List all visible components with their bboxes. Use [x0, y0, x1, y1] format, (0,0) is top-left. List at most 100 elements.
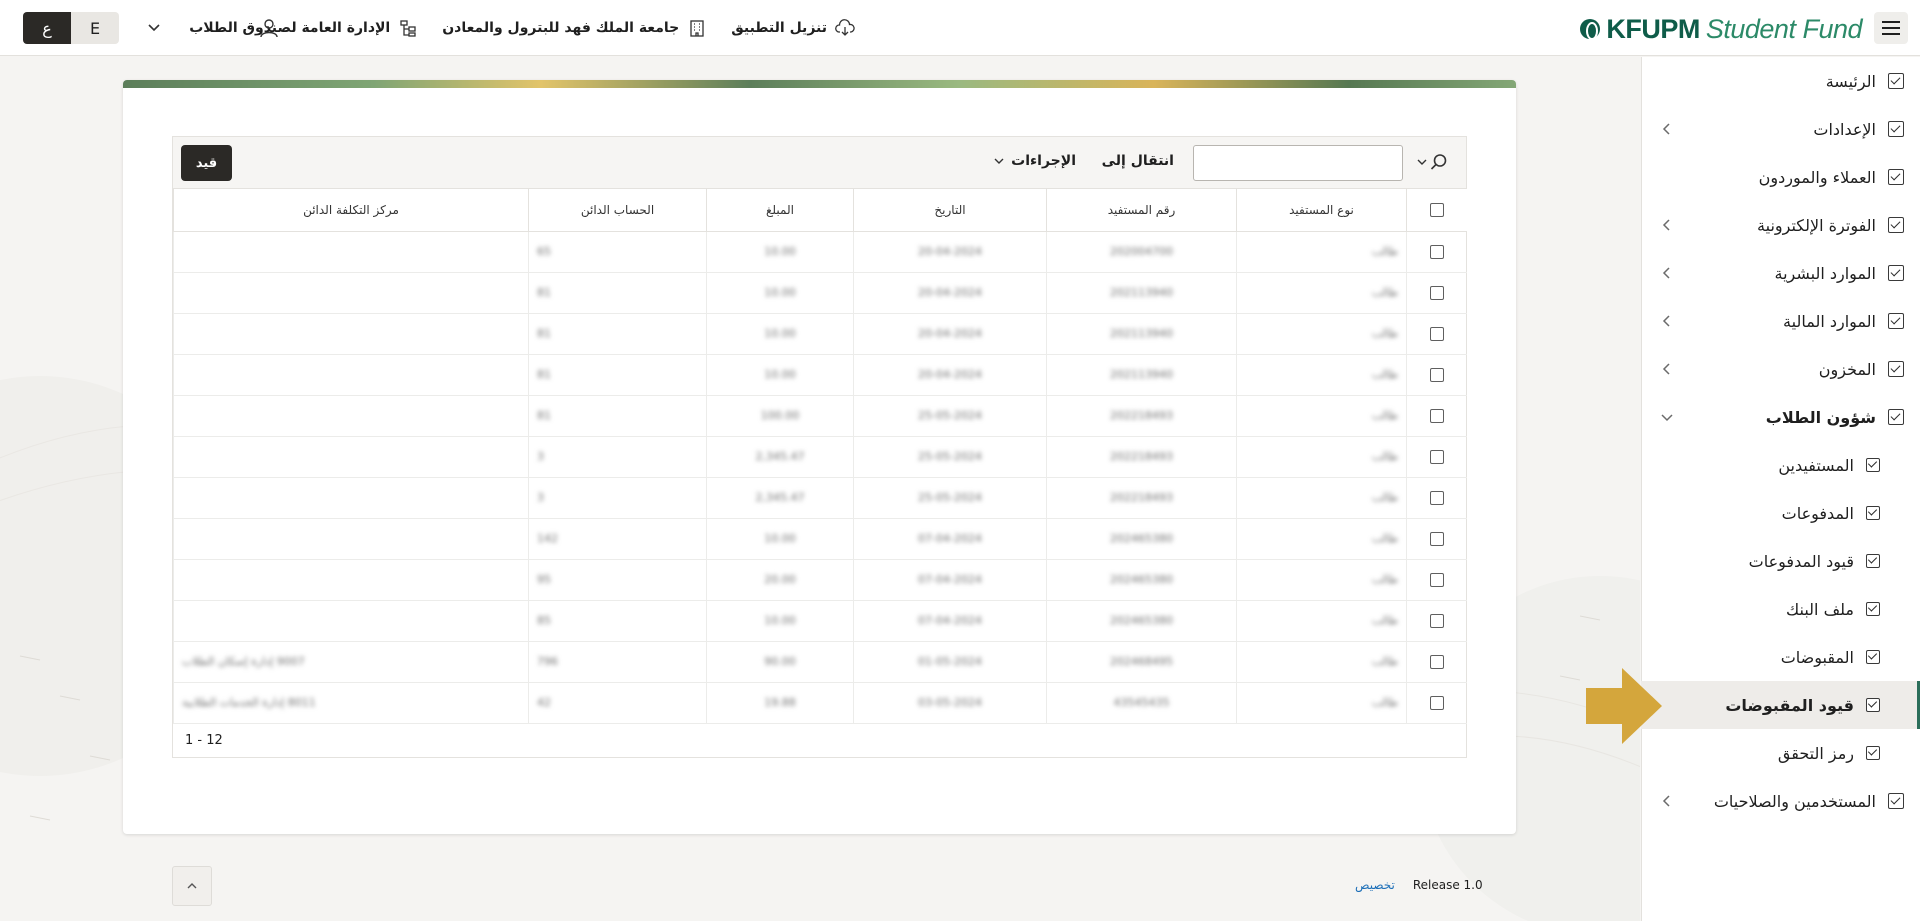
cell-value: طالب	[1371, 491, 1398, 504]
sidebar-item-financial-resources[interactable]: الموارد المالية	[1641, 297, 1920, 345]
search-input[interactable]	[1193, 145, 1403, 181]
cell-value: 202218493	[1110, 409, 1173, 422]
chevron-down-icon[interactable]	[145, 18, 163, 36]
row-checkbox[interactable]	[1429, 408, 1444, 423]
cell-beneficiary-number: 202004700	[1046, 231, 1237, 273]
row-checkbox[interactable]	[1429, 531, 1444, 546]
cell-value: طالب	[1371, 614, 1398, 627]
sidebar-item-payment-entries[interactable]: قيود المدفوعات	[1641, 537, 1920, 585]
goto-button[interactable]: انتقال إلى	[1102, 153, 1174, 169]
table-row[interactable]: طالب 43545435 03-05-2024 19.88 42 8011 إدارة …	[173, 682, 1467, 724]
table-row[interactable]: طالب 202465380 07-04-2024 20.00 95	[173, 559, 1467, 601]
cell-credit-cost-center	[173, 354, 529, 396]
table-header-row: نوع المستفيد رقم المستفيد التاريخ المبلغ…	[173, 189, 1467, 232]
menu-toggle-button[interactable]	[1874, 12, 1908, 44]
table-row[interactable]: طالب 202465380 07-04-2024 10.00 142	[173, 518, 1467, 560]
column-header-beneficiary-type[interactable]: نوع المستفيد	[1236, 189, 1407, 232]
cell-value: 03-05-2024	[918, 696, 982, 709]
checkbox-icon	[1888, 793, 1904, 809]
column-header-date[interactable]: التاريخ	[853, 189, 1047, 232]
row-select-cell	[1406, 354, 1467, 396]
cell-value: 202465380	[1110, 573, 1173, 586]
column-header-credit-account[interactable]: الحساب الدائن	[528, 189, 707, 232]
pagination-range: 1 - 12	[185, 733, 223, 748]
table-row[interactable]: طالب 202468495 01-05-2024 90.00 796 9007 إدار…	[173, 641, 1467, 683]
user-icon[interactable]	[258, 17, 280, 39]
university-link[interactable]: جامعة الملك فهد للبترول والمعادن	[442, 18, 707, 38]
post-button[interactable]: قيد	[181, 145, 232, 181]
table-row[interactable]: طالب 202218493 25-05-2024 100.00 81	[173, 395, 1467, 437]
table-row[interactable]: طالب 202218493 25-05-2024 2,345.47 3	[173, 477, 1467, 519]
column-header-beneficiary-number[interactable]: رقم المستفيد	[1046, 189, 1237, 232]
sidebar-item-bank-file[interactable]: ملف البنك	[1641, 585, 1920, 633]
cell-date: 25-05-2024	[853, 395, 1047, 437]
sidebar-item-verification-code[interactable]: رمز التحقق	[1641, 729, 1920, 777]
row-checkbox[interactable]	[1429, 654, 1444, 669]
sidebar-item-beneficiaries[interactable]: المستفيدين	[1641, 441, 1920, 489]
cell-date: 25-05-2024	[853, 477, 1047, 519]
cell-beneficiary-number: 43545435	[1046, 682, 1237, 724]
sidebar-item-human-resources[interactable]: الموارد البشرية	[1641, 249, 1920, 297]
cell-value: 10.00	[764, 614, 796, 627]
scroll-top-button[interactable]	[172, 866, 212, 906]
sidebar-item-label: الموارد المالية	[1783, 311, 1876, 331]
report-toolbar: انتقال إلى الإجراءات قيد	[173, 137, 1466, 189]
sidebar-item-inventory[interactable]: المخزون	[1641, 345, 1920, 393]
sidebar-item-receipt-entries[interactable]: قيود المقبوضات	[1641, 681, 1920, 729]
column-header-amount[interactable]: المبلغ	[706, 189, 854, 232]
row-checkbox[interactable]	[1429, 244, 1444, 259]
row-checkbox[interactable]	[1429, 695, 1444, 710]
actions-menu-button[interactable]: الإجراءات	[993, 153, 1076, 169]
cell-value: 202113940	[1110, 286, 1173, 299]
lang-english-button[interactable]: E	[71, 12, 119, 44]
cell-value: 202218493	[1110, 491, 1173, 504]
table-row[interactable]: طالب 202113940 20-04-2024 10.00 81	[173, 272, 1467, 314]
cell-credit-account: 3	[528, 477, 707, 519]
sidebar-item-payments[interactable]: المدفوعات	[1641, 489, 1920, 537]
sidebar-item-customers-suppliers[interactable]: العملاء والموردون	[1641, 153, 1920, 201]
row-checkbox[interactable]	[1429, 285, 1444, 300]
cell-beneficiary-number: 202468495	[1046, 641, 1237, 683]
select-all-checkbox[interactable]	[1429, 203, 1444, 217]
row-checkbox[interactable]	[1429, 572, 1444, 587]
sidebar-item-student-affairs[interactable]: شؤون الطلاب	[1641, 393, 1920, 441]
decorative-banner	[123, 80, 1516, 88]
cell-value: 07-04-2024	[918, 532, 982, 545]
checkbox-icon	[1888, 313, 1904, 329]
app-logo[interactable]: KFUPM Student Fund	[1580, 14, 1863, 44]
cell-value: 10.00	[764, 286, 796, 299]
cell-value: طالب	[1371, 245, 1398, 258]
cell-beneficiary-type: طالب	[1236, 231, 1407, 273]
sidebar-item-home[interactable]: الرئيسة	[1641, 57, 1920, 105]
row-checkbox[interactable]	[1429, 326, 1444, 341]
sidebar-item-receipts[interactable]: المقبوضات	[1641, 633, 1920, 681]
table-row[interactable]: طالب 202113940 20-04-2024 10.00 81	[173, 313, 1467, 355]
search-column-selector[interactable]	[1416, 153, 1448, 171]
row-checkbox[interactable]	[1429, 490, 1444, 505]
table-row[interactable]: طالب 202218493 25-05-2024 2,345.47 3	[173, 436, 1467, 478]
row-checkbox[interactable]	[1429, 449, 1444, 464]
table-row[interactable]: طالب 202004700 20-04-2024 10.00 65	[173, 231, 1467, 273]
customize-link[interactable]: تخصيص	[1355, 878, 1395, 892]
cell-beneficiary-type: طالب	[1236, 477, 1407, 519]
sidebar-item-users-permissions[interactable]: المستخدمين والصلاحيات	[1641, 777, 1920, 825]
table-row[interactable]: طالب 202465380 07-04-2024 10.00 85	[173, 600, 1467, 642]
cell-amount: 20.00	[706, 559, 854, 601]
cell-value: 85	[537, 614, 551, 627]
download-app-link[interactable]: تنزيل التطبيق	[731, 18, 855, 38]
row-checkbox[interactable]	[1429, 613, 1444, 628]
cell-amount: 10.00	[706, 600, 854, 642]
sidebar-item-label: المستخدمين والصلاحيات	[1713, 791, 1876, 811]
sidebar-item-e-invoicing[interactable]: الفوترة الإلكترونية	[1641, 201, 1920, 249]
table-row[interactable]: طالب 202113940 20-04-2024 10.00 81	[173, 354, 1467, 396]
lang-arabic-button[interactable]: ع	[23, 12, 71, 44]
cell-beneficiary-type: طالب	[1236, 354, 1407, 396]
cell-value: 100.00	[760, 409, 800, 422]
row-checkbox[interactable]	[1429, 367, 1444, 382]
cell-beneficiary-number: 202113940	[1046, 313, 1237, 355]
column-header-credit-cost-center[interactable]: مركز التكلفة الدائن	[173, 189, 529, 232]
sidebar-item-settings[interactable]: الإعدادات	[1641, 105, 1920, 153]
department-link[interactable]: الإدارة العامة لصندوق الطلاب	[189, 18, 418, 38]
footer: تخصيص Release 1.0	[1355, 878, 1483, 892]
row-select-cell	[1406, 559, 1467, 601]
